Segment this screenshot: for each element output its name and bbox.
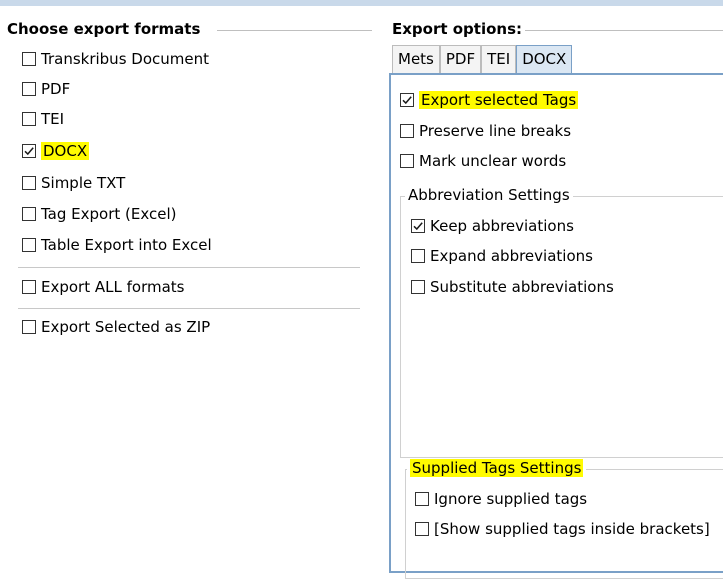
checkbox-checked[interactable] [400, 93, 414, 107]
separator [18, 308, 360, 309]
checkbox-checked[interactable] [411, 219, 425, 233]
supplied-option-0[interactable]: Ignore supplied tags [415, 488, 587, 510]
tab-tei[interactable]: TEI [481, 45, 517, 73]
title-rule [525, 30, 723, 31]
tab-pdf[interactable]: PDF [439, 45, 482, 73]
checkbox-box[interactable] [22, 176, 36, 190]
supplied-tags-settings-title: Supplied Tags Settings [407, 459, 587, 477]
format-checkbox-docx-label: DOCX [41, 142, 90, 160]
docx-option-1[interactable]: Preserve line breaks [400, 120, 571, 142]
format-checkbox-tag-export-excel--label: Tag Export (Excel) [41, 205, 177, 223]
checkbox-box[interactable] [22, 238, 36, 252]
export-formats-title: Choose export formats [7, 20, 201, 38]
checkbox-box[interactable] [400, 124, 414, 138]
checkbox-box[interactable] [411, 249, 425, 263]
format-checkbox-table-export-into-excel[interactable]: Table Export into Excel [22, 234, 212, 256]
format-checkbox-tag-export-excel-[interactable]: Tag Export (Excel) [22, 203, 176, 225]
docx-option-2[interactable]: Mark unclear words [400, 150, 566, 172]
abbreviation-option-1-label: Expand abbreviations [430, 247, 593, 265]
abbreviation-settings-title: Abbreviation Settings [405, 186, 573, 204]
abbreviation-settings-group: Abbreviation Settings Keep abbreviations… [400, 186, 723, 458]
checkbox-box[interactable] [400, 154, 414, 168]
docx-option-1-label: Preserve line breaks [419, 122, 572, 140]
format-checkbox-simple-txt[interactable]: Simple TXT [22, 172, 125, 194]
format-checkbox-transkribus-document-label: Transkribus Document [41, 50, 209, 68]
checkbox-box[interactable] [22, 82, 36, 96]
docx-options-panel: Export selected Tags Preserve line breaks… [389, 73, 723, 579]
tab-mets[interactable]: Mets [392, 45, 440, 73]
title-rule [217, 30, 372, 31]
format-checkbox-pdf-label: PDF [41, 80, 71, 98]
checkbox-box[interactable] [22, 52, 36, 66]
supplied-option-1[interactable]: [Show supplied tags inside brackets] [415, 518, 710, 540]
checkmark-icon [402, 96, 412, 105]
abbreviation-option-2-label: Substitute abbreviations [430, 278, 614, 296]
format-checkbox-table-export-into-excel-label: Table Export into Excel [41, 236, 212, 254]
export-all-label: Export ALL formats [41, 278, 185, 296]
checkbox-box[interactable] [22, 112, 36, 126]
format-checkbox-docx[interactable]: DOCX [22, 140, 90, 162]
docx-option-2-label: Mark unclear words [419, 152, 567, 170]
options-tabs: Mets PDF TEI DOCX [392, 45, 573, 73]
format-checkbox-pdf[interactable]: PDF [22, 78, 70, 100]
checkbox-box[interactable] [415, 492, 429, 506]
checkbox-box[interactable] [22, 320, 36, 334]
supplied-tags-title-text: Supplied Tags Settings [410, 459, 584, 477]
export-all-checkbox[interactable]: Export ALL formats [22, 276, 184, 298]
checkbox-box[interactable] [415, 522, 429, 536]
checkmark-icon [413, 222, 423, 231]
docx-option-0-label: Export selected Tags [419, 91, 579, 109]
export-zip-label: Export Selected as ZIP [41, 318, 211, 336]
abbreviation-option-0-label: Keep abbreviations [430, 217, 574, 235]
checkbox-box[interactable] [411, 280, 425, 294]
supplied-option-0-label: Ignore supplied tags [434, 490, 588, 508]
supplied-option-1-label: [Show supplied tags inside brackets] [434, 520, 710, 538]
export-zip-checkbox[interactable]: Export Selected as ZIP [22, 316, 210, 338]
supplied-tags-settings-group: Supplied Tags Settings Ignore supplied t… [405, 459, 723, 579]
export-formats-panel: Choose export formats Transkribus Docume… [0, 0, 372, 566]
export-options-title: Export options: [392, 20, 523, 38]
format-checkbox-transkribus-document[interactable]: Transkribus Document [22, 48, 209, 70]
tab-docx[interactable]: DOCX [516, 45, 573, 73]
checkbox-checked[interactable] [22, 144, 36, 158]
abbreviation-option-1[interactable]: Expand abbreviations [411, 245, 593, 267]
separator [18, 267, 360, 268]
format-checkbox-simple-txt-label: Simple TXT [41, 174, 126, 192]
format-checkbox-tei[interactable]: TEI [22, 108, 64, 130]
checkbox-box[interactable] [22, 280, 36, 294]
checkmark-icon [24, 147, 34, 156]
docx-option-0[interactable]: Export selected Tags [400, 89, 579, 111]
abbreviation-option-2[interactable]: Substitute abbreviations [411, 276, 614, 298]
format-checkbox-tei-label: TEI [41, 110, 65, 128]
checkbox-box[interactable] [22, 207, 36, 221]
abbreviation-option-0[interactable]: Keep abbreviations [411, 215, 574, 237]
